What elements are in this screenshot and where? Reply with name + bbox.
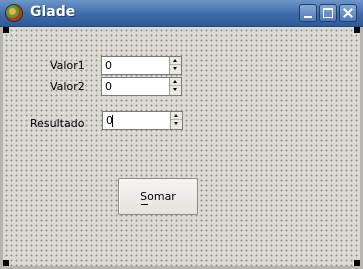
spin-up-icon[interactable] [171, 112, 182, 120]
glade-window: Glade Valor1 0 Valor2 0 Resultado 0 Soma… [0, 0, 363, 269]
window-title: Glade [30, 4, 76, 20]
mnemonic-underline [141, 204, 148, 205]
valor1-value[interactable]: 0 [105, 59, 112, 72]
title-bar[interactable]: Glade [0, 0, 363, 27]
valor1-label: Valor1 [50, 59, 85, 72]
text-cursor [112, 115, 113, 127]
selection-handle-bottom-left[interactable] [3, 260, 9, 266]
resultado-spin-arrows[interactable] [170, 112, 182, 129]
somar-button[interactable]: Somar [118, 178, 198, 215]
selection-handle-top-left[interactable] [3, 27, 9, 33]
spin-up-icon[interactable] [170, 78, 181, 86]
spin-down-icon[interactable] [170, 65, 181, 73]
resultado-label: Resultado [30, 117, 85, 130]
resultado-spinbutton[interactable]: 0 [102, 111, 183, 130]
minimize-icon[interactable] [299, 4, 317, 22]
spin-up-icon[interactable] [170, 57, 181, 65]
close-icon[interactable] [339, 4, 357, 22]
selection-handle-bottom-right[interactable] [354, 260, 360, 266]
valor2-spin-arrows[interactable] [169, 78, 181, 95]
maximize-icon[interactable] [319, 4, 337, 22]
spin-down-icon[interactable] [171, 120, 182, 128]
valor2-spinbutton[interactable]: 0 [101, 77, 182, 96]
selection-handle-top-right[interactable] [354, 27, 360, 33]
spin-down-icon[interactable] [170, 86, 181, 94]
valor2-value[interactable]: 0 [105, 80, 112, 93]
valor2-label: Valor2 [50, 80, 85, 93]
glade-icon[interactable] [6, 5, 22, 21]
valor1-spinbutton[interactable]: 0 [101, 56, 182, 75]
valor1-spin-arrows[interactable] [169, 57, 181, 74]
somar-button-label: Somar [140, 190, 176, 203]
